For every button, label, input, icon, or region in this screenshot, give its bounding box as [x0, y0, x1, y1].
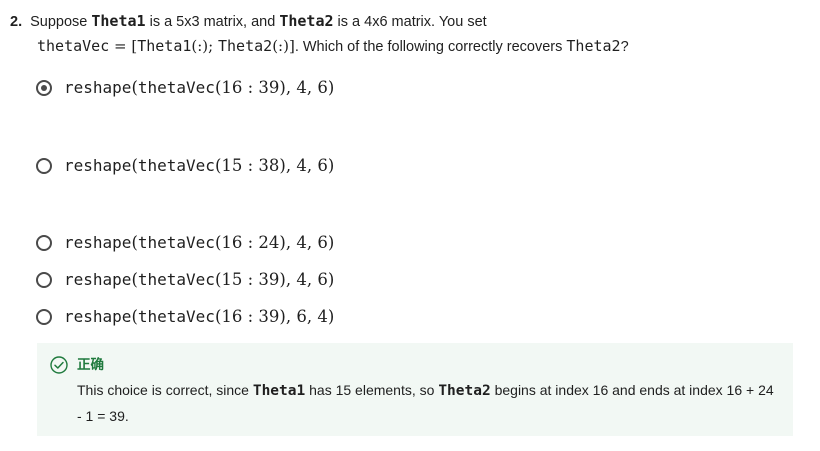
feedback-text: This choice is correct, since Theta1 has… — [77, 382, 774, 424]
radio-unselected-icon[interactable] — [36, 235, 52, 251]
answer-option-2[interactable]: reshape(thetaVec(15 : 38), 4, 6) — [36, 155, 334, 177]
option-label: reshape(thetaVec(15 : 39), 4, 6) — [64, 270, 335, 289]
theta1-code: Theta1 — [137, 37, 192, 55]
theta2-code: Theta2 — [438, 383, 491, 399]
answer-option-5[interactable]: reshape(thetaVec(16 : 39), 6, 4) — [36, 306, 334, 328]
question-mark: ? — [620, 39, 629, 55]
answer-option-1[interactable]: reshape(thetaVec(16 : 39), 4, 6) — [36, 77, 334, 99]
feedback-panel: 正确 This choice is correct, since Theta1 … — [37, 343, 793, 436]
answer-option-4[interactable]: reshape(thetaVec(15 : 39), 4, 6) — [36, 269, 334, 291]
theta1-code: Theta1 — [252, 383, 306, 399]
radio-unselected-icon[interactable] — [36, 272, 52, 288]
separator: ; — [208, 37, 218, 55]
radio-selected-icon[interactable] — [36, 80, 52, 96]
question-number: 2. — [10, 14, 23, 30]
question-line-2: thetaVec = [Theta1(:); Theta2(:)]. Which… — [37, 36, 629, 57]
check-circle-icon — [50, 356, 68, 374]
theta2-code: Theta2 — [279, 12, 334, 30]
radio-unselected-icon[interactable] — [36, 309, 52, 325]
question-text-1: Suppose — [30, 14, 92, 30]
radio-unselected-icon[interactable] — [36, 158, 52, 174]
answer-option-3[interactable]: reshape(thetaVec(16 : 24), 4, 6) — [36, 232, 334, 254]
theta2-code: Theta2 — [218, 37, 273, 55]
option-label: reshape(thetaVec(16 : 39), 4, 6) — [64, 78, 335, 97]
colon-index: (:) — [191, 37, 209, 55]
option-label: reshape(thetaVec(16 : 39), 6, 4) — [64, 307, 335, 326]
thetavec-code: thetaVec — [37, 37, 110, 55]
question-line-1: 2. Suppose Theta1 is a 5x3 matrix, and Th… — [10, 11, 487, 32]
question-text-4: . Which of the following correctly recov… — [294, 39, 567, 55]
theta1-code: Theta1 — [91, 12, 146, 30]
colon-index: (:) — [272, 37, 289, 55]
option-label: reshape(thetaVec(16 : 24), 4, 6) — [64, 233, 335, 252]
question-text-3: is a 4x6 matrix. You set — [333, 14, 487, 30]
question-text-2: is a 5x3 matrix, and — [145, 14, 280, 30]
theta2-code: Theta2 — [566, 37, 621, 55]
option-label: reshape(thetaVec(15 : 38), 4, 6) — [64, 156, 335, 175]
equals-sign: = — [109, 37, 132, 55]
feedback-title: 正确 — [77, 357, 104, 372]
